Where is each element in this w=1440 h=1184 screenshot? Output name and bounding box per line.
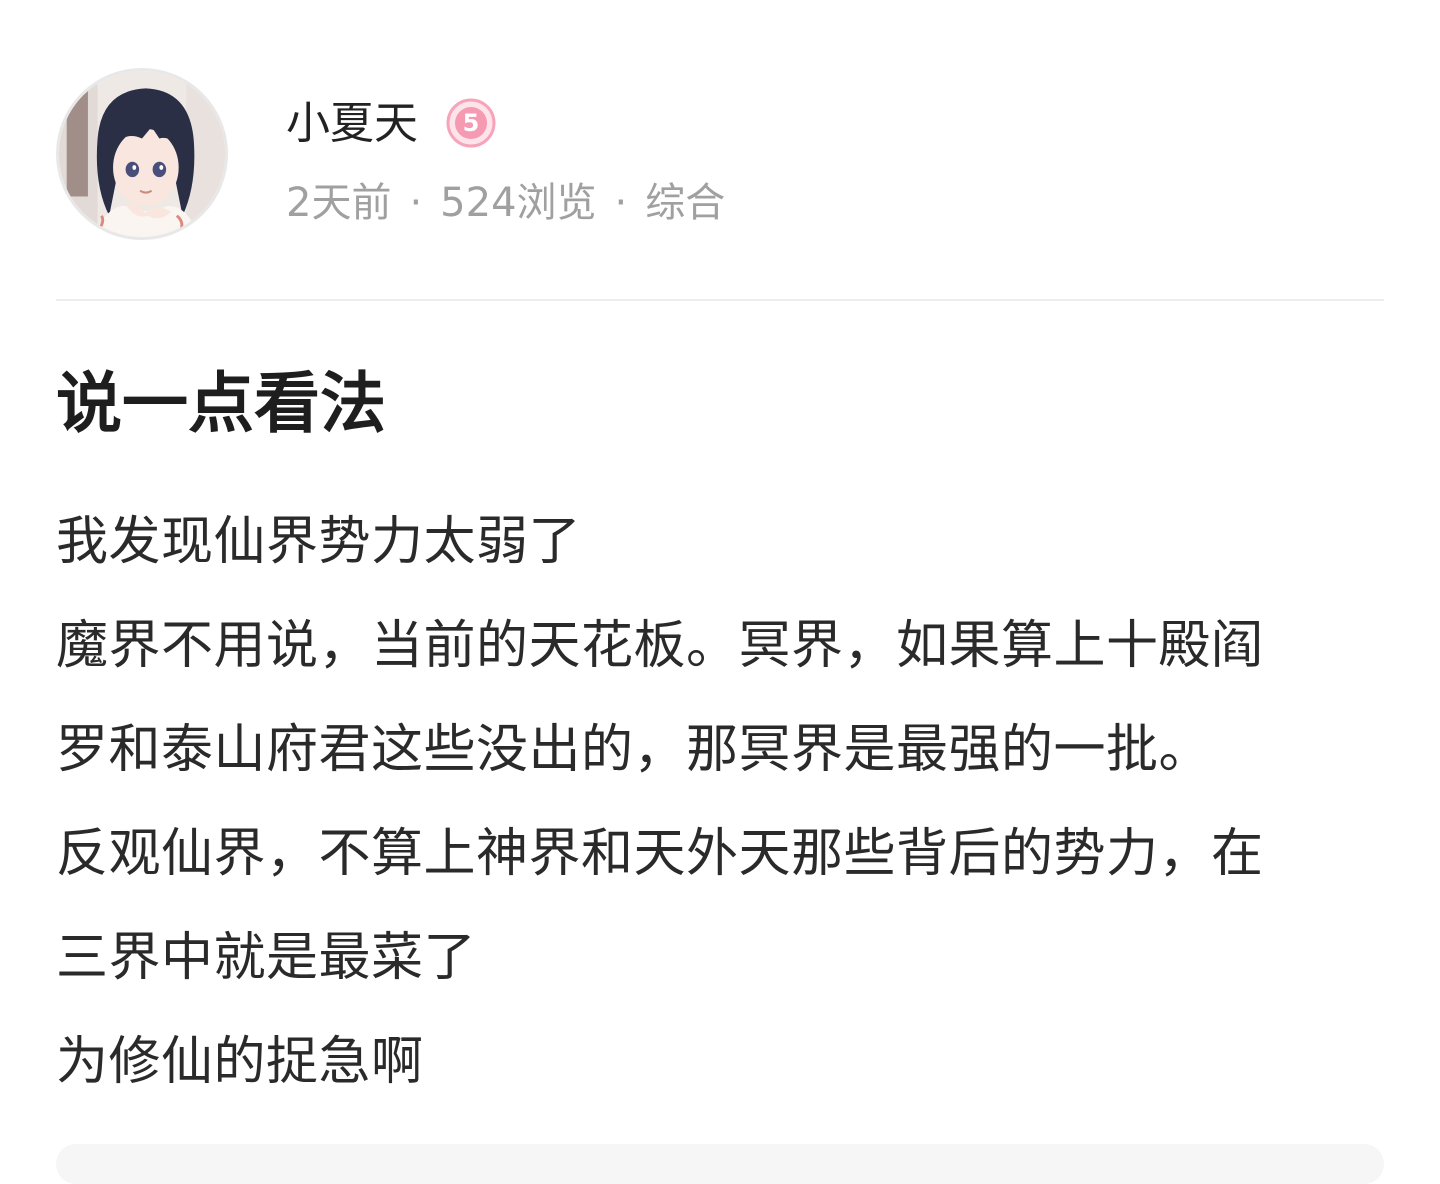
post-line: 为修仙的捉急啊 [56, 1032, 424, 1092]
post-body: 我发现仙界势力太弱了 魔界不用说，当前的天花板。冥界，如果算上十殿阎 罗和泰山府… [56, 490, 1356, 1114]
post-line: 魔界不用说，当前的天花板。冥界，如果算上十殿阎 [56, 616, 1264, 676]
author-name[interactable]: 小夏天 [286, 96, 418, 152]
post-line: 罗和泰山府君这些没出的，那冥界是最强的一批。 [56, 720, 1212, 780]
meta-separator: · [409, 180, 423, 226]
author-header: 小夏天 5 2天前 · 524浏览 · 综合 [56, 68, 1384, 248]
post-time: 2天前 [286, 180, 392, 226]
avatar[interactable] [56, 68, 228, 240]
post-line: 反观仙界，不算上神界和天外天那些背后的势力，在 [56, 824, 1264, 884]
level-badge-icon: 5 [446, 98, 496, 148]
post-title: 说一点看法 [56, 365, 386, 442]
divider [56, 299, 1384, 301]
post-line: 三界中就是最菜了 [56, 928, 477, 988]
level-number: 5 [463, 109, 480, 137]
anime-avatar-icon [59, 71, 225, 237]
post-category[interactable]: 综合 [645, 180, 725, 226]
view-count: 524浏览 [440, 180, 597, 226]
post-line: 我发现仙界势力太弱了 [56, 512, 582, 572]
post-meta: 2天前 · 524浏览 · 综合 [286, 176, 725, 230]
bottom-card [56, 1144, 1384, 1184]
meta-separator: · [614, 180, 628, 226]
